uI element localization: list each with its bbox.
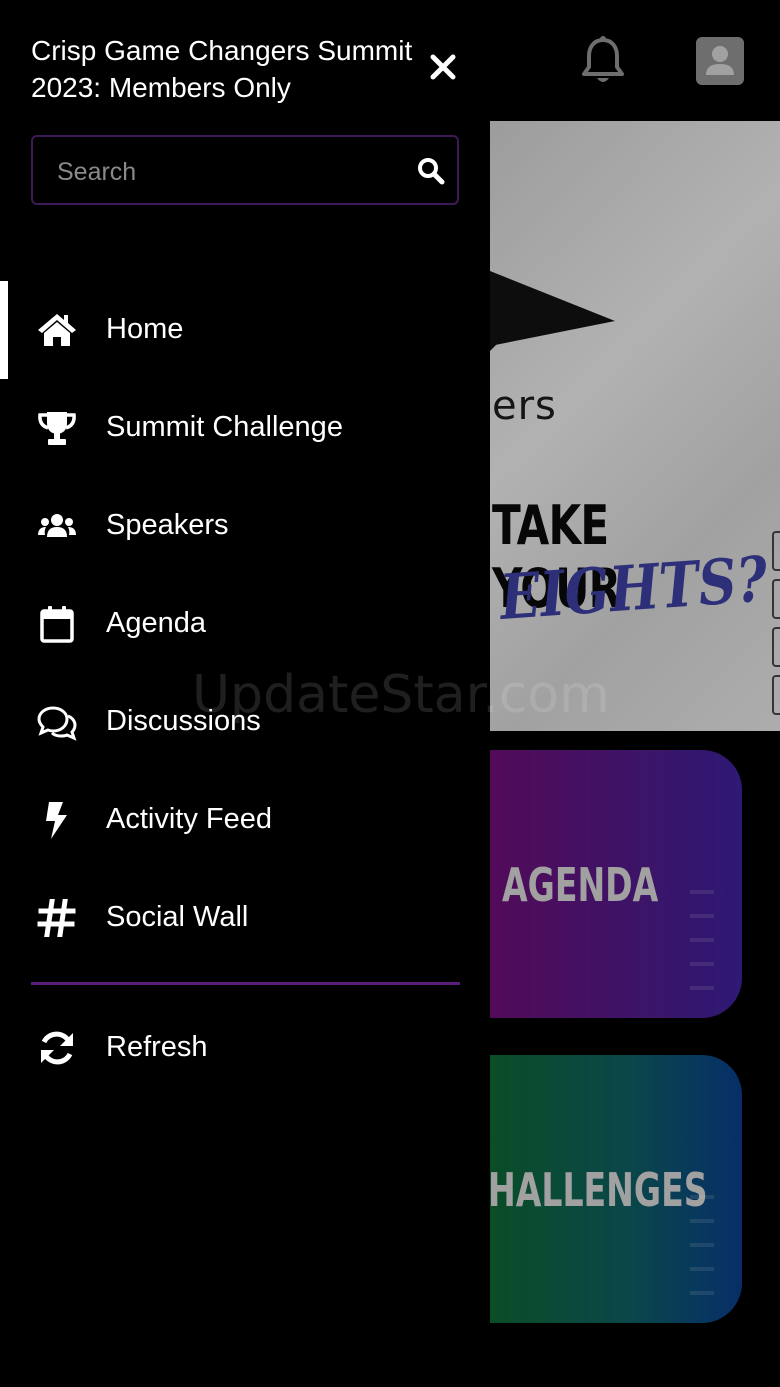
nav-item-discussions[interactable]: Discussions — [0, 673, 490, 771]
app-title: Crisp Game Changers Summit 2023: Members… — [31, 35, 413, 103]
nav-item-label: Discussions — [106, 705, 261, 737]
nav-item-home[interactable]: Home — [0, 281, 490, 379]
nav-item-speakers[interactable]: Speakers — [0, 477, 490, 575]
refresh-icon — [41, 1031, 73, 1065]
nav-item-label: Social Wall — [106, 901, 249, 933]
search-input[interactable] — [55, 153, 399, 191]
nav-item-social-wall[interactable]: Social Wall — [0, 869, 490, 967]
nav-item-label: Speakers — [106, 509, 229, 541]
search-icon[interactable] — [417, 157, 445, 185]
chat-icon — [37, 706, 77, 741]
nav-item-summit-challenge[interactable]: Summit Challenge — [0, 379, 490, 477]
nav-item-label: Activity Feed — [106, 803, 272, 835]
drawer-divider — [31, 982, 460, 985]
drawer-overlay[interactable] — [490, 0, 780, 1387]
nav-item-agenda[interactable]: Agenda — [0, 575, 490, 673]
hashtag-icon — [37, 899, 76, 937]
nav-item-label: Summit Challenge — [106, 411, 343, 443]
refresh-button[interactable]: Refresh — [0, 999, 490, 1097]
nav-item-label: Home — [106, 313, 184, 345]
calendar-icon — [40, 606, 74, 643]
navigation-drawer: Crisp Game Changers Summit 2023: Members… — [0, 0, 490, 1387]
close-icon[interactable] — [428, 52, 458, 82]
trophy-icon — [38, 412, 76, 445]
nav-item-activity-feed[interactable]: Activity Feed — [0, 771, 490, 869]
home-icon — [38, 314, 76, 346]
users-icon — [38, 514, 76, 537]
bolt-icon — [46, 802, 67, 839]
nav-item-label: Agenda — [106, 607, 206, 639]
refresh-label: Refresh — [106, 1031, 208, 1063]
search-field[interactable] — [31, 135, 459, 205]
